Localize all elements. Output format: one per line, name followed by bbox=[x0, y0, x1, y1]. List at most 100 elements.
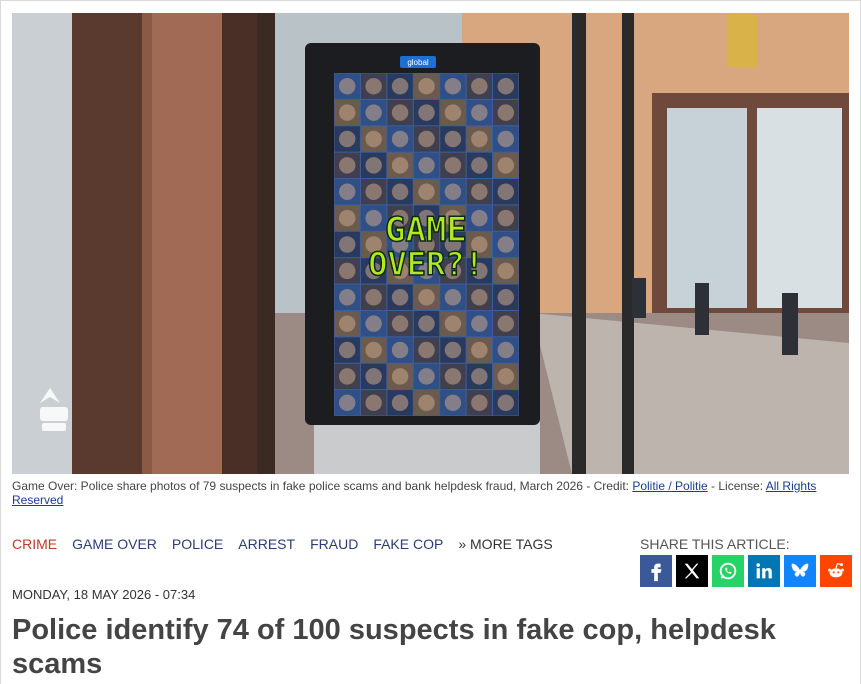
tag-fake-cop[interactable]: FAKE COP bbox=[373, 536, 443, 552]
whatsapp-share-button[interactable] bbox=[712, 555, 744, 587]
screen-face bbox=[391, 130, 409, 148]
article-photo[interactable]: global GAME OVER?! bbox=[12, 13, 849, 474]
screen-face bbox=[418, 77, 435, 95]
screen-face bbox=[338, 209, 356, 227]
screen-face bbox=[391, 341, 409, 359]
screen-face bbox=[338, 183, 356, 200]
bluesky-share-button[interactable] bbox=[784, 555, 816, 587]
screen-face bbox=[391, 368, 409, 385]
tag-game-over[interactable]: GAME OVER bbox=[72, 536, 157, 552]
reddit-icon bbox=[828, 563, 844, 578]
screen-face bbox=[338, 289, 356, 306]
screen-face bbox=[497, 315, 515, 332]
screen-face bbox=[365, 77, 382, 95]
screen-face bbox=[497, 157, 515, 174]
screen-face bbox=[444, 157, 462, 174]
screen-face bbox=[471, 157, 488, 174]
share-buttons bbox=[640, 555, 853, 587]
screen-face bbox=[338, 130, 356, 148]
screen-face bbox=[444, 183, 462, 200]
facebook-share-button[interactable] bbox=[640, 555, 672, 587]
screen-text-over: OVER?! bbox=[368, 245, 484, 283]
screen-face bbox=[418, 183, 435, 200]
tag-fraud[interactable]: FRAUD bbox=[310, 536, 358, 552]
whatsapp-icon bbox=[719, 562, 737, 580]
screen-face bbox=[471, 104, 488, 121]
screen-face bbox=[418, 394, 435, 412]
photo-illustration: global GAME OVER?! bbox=[12, 13, 849, 474]
tag-police[interactable]: POLICE bbox=[172, 536, 223, 552]
screen-face bbox=[497, 130, 515, 148]
article-headline: Police identify 74 of 100 suspects in fa… bbox=[12, 614, 776, 680]
facebook-icon bbox=[651, 563, 662, 582]
screen-face bbox=[338, 262, 356, 280]
screen-text-game: GAME bbox=[385, 210, 467, 250]
screen-face bbox=[365, 289, 382, 306]
screen-face bbox=[418, 368, 435, 385]
screen-face bbox=[444, 315, 462, 332]
screen-face bbox=[444, 341, 462, 359]
screen-face bbox=[338, 394, 356, 412]
screen-face bbox=[444, 77, 462, 95]
screen-face bbox=[497, 368, 515, 385]
screen-face bbox=[444, 130, 462, 148]
photo-caption: Game Over: Police share photos of 79 sus… bbox=[12, 479, 842, 507]
linkedin-share-button[interactable] bbox=[748, 555, 780, 587]
screen-face bbox=[471, 289, 488, 306]
x-icon bbox=[684, 563, 700, 579]
caption-text: Game Over: Police share photos of 79 sus… bbox=[12, 479, 633, 493]
screen-face bbox=[418, 157, 435, 174]
screen-face bbox=[471, 315, 488, 332]
tag-list: CRIME GAME OVER POLICE ARREST FRAUD FAKE… bbox=[12, 536, 568, 552]
more-tags-link[interactable]: » MORE TAGS bbox=[458, 536, 552, 552]
screen-face bbox=[497, 262, 515, 280]
screen-face bbox=[444, 394, 462, 412]
screen-face bbox=[444, 368, 462, 385]
share-label: SHARE THIS ARTICLE: bbox=[640, 536, 790, 552]
screen-face bbox=[497, 394, 515, 412]
screen-face bbox=[338, 368, 356, 385]
credit-link[interactable]: Politie / Politie bbox=[632, 479, 707, 493]
screen-face bbox=[338, 104, 356, 121]
screen-face bbox=[365, 183, 382, 200]
screen-face bbox=[497, 77, 515, 95]
screen-face bbox=[471, 130, 488, 148]
screen-face bbox=[338, 77, 356, 95]
screen-face bbox=[391, 289, 409, 306]
share-section: SHARE THIS ARTICLE: bbox=[640, 536, 853, 587]
screen-face bbox=[418, 341, 435, 359]
screen-face bbox=[365, 209, 382, 227]
screen-face bbox=[418, 104, 435, 121]
screen-face bbox=[444, 104, 462, 121]
screen-face bbox=[471, 394, 488, 412]
tag-arrest[interactable]: ARREST bbox=[238, 536, 295, 552]
screen-face bbox=[391, 183, 409, 200]
screen-brand: global bbox=[407, 58, 429, 67]
screen-face bbox=[497, 236, 515, 253]
screen-face bbox=[338, 236, 356, 253]
publish-date: MONDAY, 18 MAY 2026 - 07:34 bbox=[12, 587, 196, 602]
screen-face bbox=[365, 368, 382, 385]
screen-face bbox=[365, 104, 382, 121]
screen-face bbox=[391, 315, 409, 332]
screen-face bbox=[338, 157, 356, 174]
screen-face bbox=[471, 368, 488, 385]
screen-face bbox=[338, 315, 356, 332]
screen-face bbox=[471, 183, 488, 200]
screen-face bbox=[444, 289, 462, 306]
screen-face bbox=[391, 157, 409, 174]
screen-face bbox=[497, 104, 515, 121]
screen-face bbox=[497, 183, 515, 200]
screen-face bbox=[497, 341, 515, 359]
reddit-share-button[interactable] bbox=[820, 555, 852, 587]
screen-face bbox=[471, 209, 488, 227]
screen-face bbox=[418, 315, 435, 332]
screen-face bbox=[391, 104, 409, 121]
screen-face bbox=[471, 77, 488, 95]
screen-face bbox=[365, 157, 382, 174]
screen-face bbox=[391, 394, 409, 412]
x-share-button[interactable] bbox=[676, 555, 708, 587]
tag-crime[interactable]: CRIME bbox=[12, 536, 57, 552]
screen-face bbox=[365, 130, 382, 148]
license-prefix: - License: bbox=[707, 479, 766, 493]
